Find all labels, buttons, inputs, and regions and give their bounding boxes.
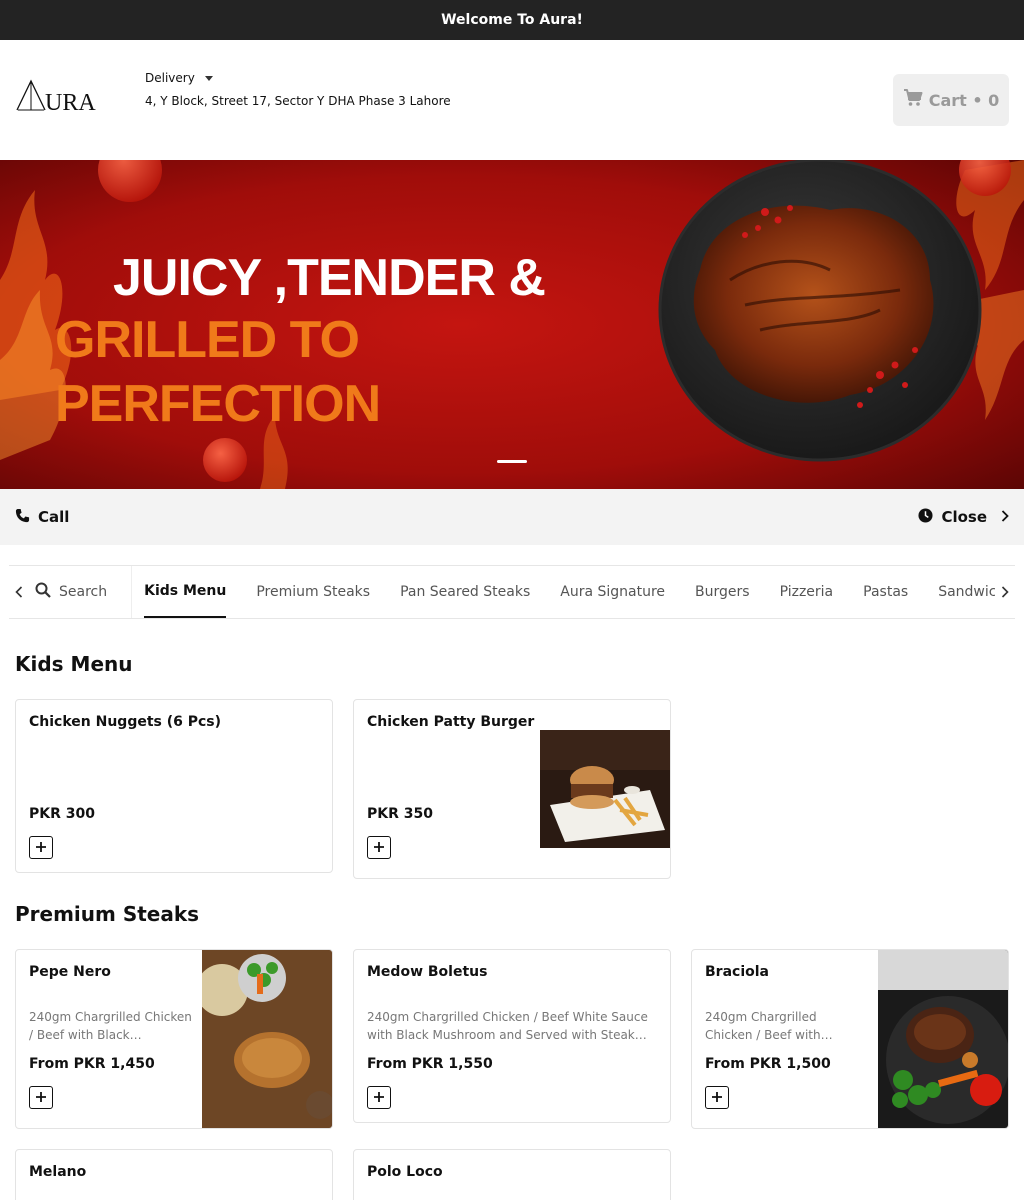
item-price: From PKR 1,500 [705,1056,831,1072]
menu-item-card[interactable]: Chicken Nuggets (6 Pcs) PKR 300 [15,699,333,873]
item-name: Braciola [705,964,769,980]
item-price: PKR 350 [367,806,433,822]
plus-icon [35,1088,47,1107]
add-to-cart-button[interactable] [705,1086,729,1109]
item-price: From PKR 1,450 [29,1056,155,1072]
aura-logo[interactable]: URA [15,78,97,116]
add-to-cart-button[interactable] [29,836,53,859]
banner-headline: JUICY ,TENDER & GRILLED TO PERFECTION [55,248,575,436]
item-image [202,950,332,1128]
tab-pan-seared-steaks[interactable]: Pan Seared Steaks [400,566,530,618]
cart-button[interactable]: Cart • 0 [893,74,1009,126]
item-image [540,730,670,848]
item-price: PKR 300 [29,806,95,822]
category-nav: Search Kids Menu Premium Steaks Pan Sear… [9,565,1015,619]
scroll-left-arrow[interactable] [9,566,29,618]
search-icon [35,582,51,602]
menu-item-card[interactable]: Medow Boletus 240gm Chargrilled Chicken … [353,949,671,1123]
item-description: 240gm Chargrilled Chicken / Beef White S… [367,1010,648,1042]
section-title-kids-menu: Kids Menu [15,652,133,676]
item-price: From PKR 1,550 [367,1056,493,1072]
tab-pastas[interactable]: Pastas [863,566,908,618]
plus-icon [35,838,47,857]
banner-headline-line1: JUICY ,TENDER & [113,249,546,307]
hours-status-label: Close [941,508,987,526]
search-label: Search [59,584,108,600]
banner-headline-line2: GRILLED TO PERFECTION [55,311,381,433]
caret-down-icon [204,75,213,81]
item-image [878,950,1008,1128]
delivery-mode-label: Delivery [145,71,195,85]
add-to-cart-button[interactable] [29,1086,53,1109]
chevron-left-icon [15,583,23,602]
tab-kids-menu[interactable]: Kids Menu [144,566,227,618]
promo-banner[interactable]: JUICY ,TENDER & GRILLED TO PERFECTION [0,160,1024,489]
add-to-cart-button[interactable] [367,1086,391,1109]
tab-premium-steaks[interactable]: Premium Steaks [256,566,370,618]
delivery-address[interactable]: 4, Y Block, Street 17, Sector Y DHA Phas… [145,94,451,108]
chevron-right-icon [1001,508,1009,526]
tab-pizzeria[interactable]: Pizzeria [780,566,834,618]
welcome-bar: Welcome To Aura! [0,0,1024,40]
header: URA Delivery 4, Y Block, Street 17, Sect… [0,40,1024,160]
plus-icon [373,1088,385,1107]
add-to-cart-button[interactable] [367,836,391,859]
category-tabs: Kids Menu Premium Steaks Pan Seared Stea… [132,566,995,618]
section-title-premium-steaks: Premium Steaks [15,902,200,926]
menu-item-card[interactable]: Melano [15,1149,333,1200]
item-name: Medow Boletus [367,964,488,980]
chevron-right-icon [1001,583,1009,602]
call-label: Call [38,508,70,526]
phone-icon [15,508,30,527]
item-name: Chicken Patty Burger [367,714,535,730]
tab-aura-signature[interactable]: Aura Signature [560,566,665,618]
item-description: 240gm Chargrilled Chicken / Beef with… [705,1010,833,1042]
menu-item-card[interactable]: Pepe Nero 240gm Chargrilled Chicken / Be… [15,949,333,1129]
clock-icon [918,507,933,527]
delivery-mode-dropdown[interactable]: Delivery [145,71,213,85]
cart-label: Cart • 0 [928,90,1000,110]
opening-hours-button[interactable]: Close [918,507,1009,527]
tab-sandwich[interactable]: Sandwich [938,566,995,618]
scroll-right-arrow[interactable] [995,566,1015,618]
info-bar: Call Close [0,489,1024,545]
welcome-text: Welcome To Aura! [441,12,583,28]
item-name: Chicken Nuggets (6 Pcs) [29,714,222,730]
item-description: 240gm Chargrilled Chicken / Beef with Bl… [29,1010,192,1042]
plus-icon [711,1088,723,1107]
carousel-indicator[interactable] [497,460,527,463]
menu-item-card[interactable]: Chicken Patty Burger PKR 350 [353,699,671,879]
item-name: Polo Loco [367,1164,443,1180]
tab-burgers[interactable]: Burgers [695,566,750,618]
call-button[interactable]: Call [15,508,69,527]
item-name: Melano [29,1164,87,1180]
plus-icon [373,838,385,857]
menu-item-card[interactable]: Braciola 240gm Chargrilled Chicken / Bee… [691,949,1009,1129]
menu-item-card[interactable]: Polo Loco [353,1149,671,1200]
cart-icon [903,89,923,111]
item-name: Pepe Nero [29,964,111,980]
menu-search[interactable]: Search [29,566,133,618]
svg-text:URA: URA [45,90,96,114]
